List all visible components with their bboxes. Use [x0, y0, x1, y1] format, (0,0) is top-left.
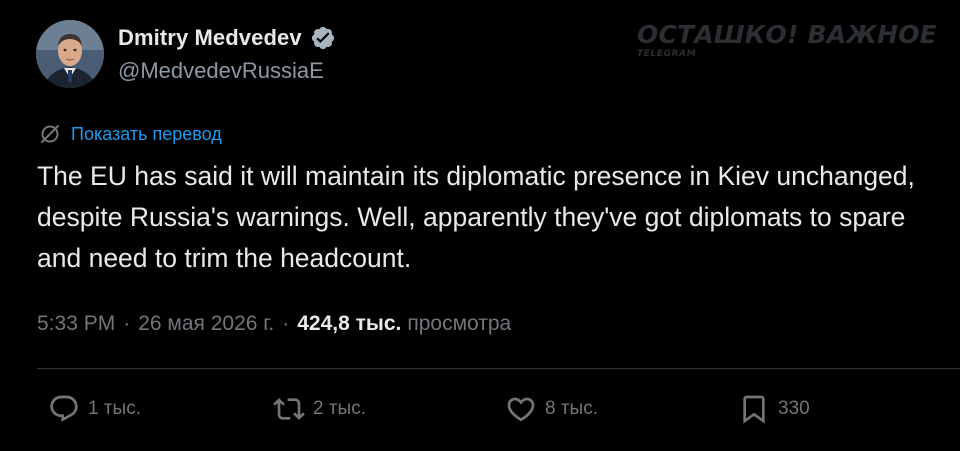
like-button[interactable]: 8 тыс.: [505, 393, 598, 425]
repost-count: 2 тыс.: [313, 398, 366, 419]
heart-icon: [507, 397, 535, 422]
reply-count: 1 тыс.: [88, 398, 141, 419]
avatar[interactable]: [36, 20, 104, 88]
author-handle[interactable]: @MedvedevRussiaE: [118, 58, 324, 84]
author-name-row: Dmitry Medvedev: [118, 25, 336, 51]
translate-icon: [38, 122, 62, 146]
author-display-name[interactable]: Dmitry Medvedev: [118, 25, 302, 51]
watermark-sub: TELEGRAM: [637, 49, 697, 59]
like-count: 8 тыс.: [545, 398, 598, 419]
repost-button[interactable]: 2 тыс.: [273, 393, 366, 425]
views-count[interactable]: 424,8 тыс.: [297, 312, 401, 336]
reply-button[interactable]: 1 тыс.: [48, 393, 141, 425]
meta-separator: ·: [282, 312, 290, 335]
bookmark-button[interactable]: 330: [738, 393, 810, 425]
meta-separator: ·: [123, 312, 131, 335]
verified-badge-icon[interactable]: [310, 25, 336, 51]
show-translation-link[interactable]: Показать перевод: [38, 122, 222, 146]
watermark-main: ОСТАШКО! ВАЖНОЕ: [637, 20, 937, 49]
views-label: просмотра: [407, 312, 512, 335]
bookmark-icon: [743, 395, 765, 424]
repost-icon: [273, 398, 305, 420]
avatar-portrait: [36, 20, 104, 88]
tweet-time[interactable]: 5:33 PM: [37, 312, 115, 336]
show-translation-label: Показать перевод: [71, 123, 222, 144]
tweet-text: The EU has said it will maintain its dip…: [37, 161, 915, 273]
tweet-card: Dmitry Medvedev @MedvedevRussiaE ОСТАШКО…: [0, 0, 960, 451]
bookmark-count: 330: [778, 398, 810, 419]
tweet-date[interactable]: 26 мая 2026 г.: [138, 312, 274, 336]
divider: [37, 368, 960, 369]
channel-watermark: ОСТАШКО! ВАЖНОЕ TELEGRAM: [637, 22, 937, 59]
reply-icon: [50, 395, 78, 422]
tweet-meta: 5:33 PM · 26 мая 2026 г. · 424,8 тыс. пр…: [37, 312, 511, 336]
